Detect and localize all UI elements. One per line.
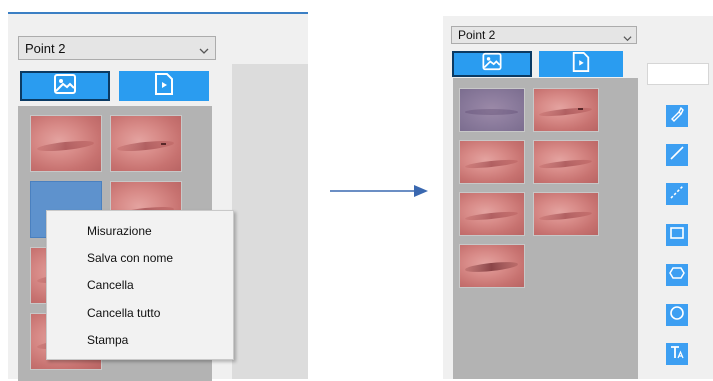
chevron-down-icon (199, 43, 209, 61)
transition-arrow-icon (330, 183, 430, 204)
point-select-value: Point 2 (25, 41, 66, 56)
context-menu: Misurazione Salva con nome Cancella Canc… (46, 210, 234, 360)
point-select-value: Point 2 (458, 28, 496, 42)
chevron-down-icon (623, 30, 632, 48)
menu-item-misurazione[interactable]: Misurazione (87, 224, 152, 238)
text-icon (669, 344, 685, 365)
value-textbox[interactable] (647, 63, 709, 85)
thumbnail-image[interactable] (30, 115, 102, 172)
rectangle-tool-button[interactable] (666, 224, 688, 246)
rectangle-icon (669, 225, 685, 246)
menu-item-stampa[interactable]: Stampa (87, 333, 128, 347)
point-select[interactable]: Point 2 (451, 26, 637, 44)
video-mode-button[interactable] (539, 51, 623, 77)
menu-item-salva-con-nome[interactable]: Salva con nome (87, 251, 173, 265)
pen-icon (669, 106, 685, 127)
right-screenshot-panel: Point 2 (443, 16, 713, 379)
video-file-icon (571, 51, 591, 78)
thumbnail-image[interactable] (533, 192, 599, 236)
menu-item-cancella[interactable]: Cancella (87, 278, 134, 292)
line-icon (669, 145, 685, 166)
thumbnail-image[interactable] (533, 88, 599, 132)
dashed-line-tool-button[interactable] (666, 183, 688, 205)
video-file-icon (153, 72, 175, 101)
thumbnail-image[interactable] (459, 140, 525, 184)
menu-item-cancella-tutto[interactable]: Cancella tutto (87, 306, 160, 320)
thumbnail-image[interactable] (459, 244, 525, 288)
image-icon (481, 52, 503, 76)
thumbnail-image[interactable] (459, 192, 525, 236)
pen-tool-button[interactable] (666, 105, 688, 127)
image-mode-button[interactable] (20, 71, 110, 101)
video-mode-button[interactable] (119, 71, 209, 101)
thumbnail-image-selected[interactable] (459, 88, 525, 132)
text-tool-button[interactable] (666, 343, 688, 365)
circle-tool-button[interactable] (666, 304, 688, 326)
thumbnail-image[interactable] (110, 115, 182, 172)
left-preview-area (232, 64, 308, 379)
hexagon-tool-button[interactable] (666, 264, 688, 286)
hexagon-icon (669, 265, 685, 286)
line-tool-button[interactable] (666, 144, 688, 166)
image-icon (53, 73, 77, 100)
thumbnail-image[interactable] (533, 140, 599, 184)
dashed-line-icon (669, 184, 685, 205)
circle-icon (669, 305, 685, 326)
point-select[interactable]: Point 2 (18, 36, 216, 60)
image-mode-button[interactable] (452, 51, 532, 77)
